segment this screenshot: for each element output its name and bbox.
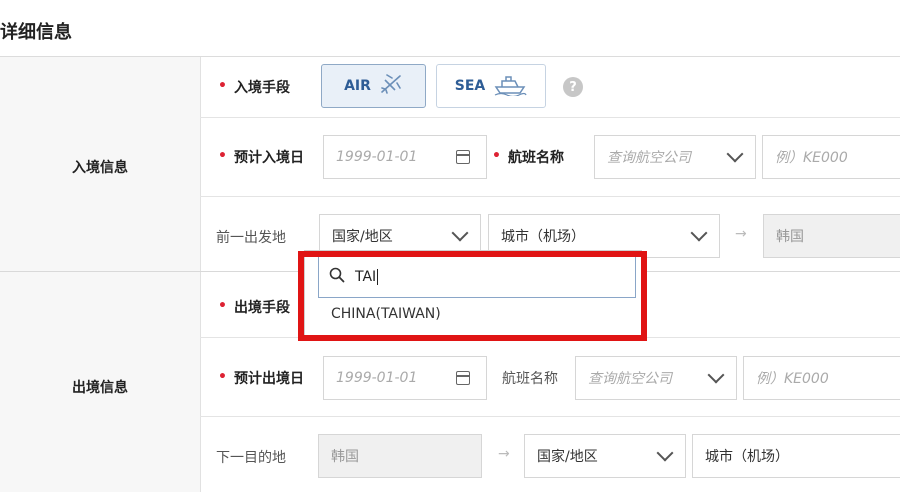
required-mark: •	[218, 78, 227, 94]
exit-origin-field: 韩国	[318, 434, 482, 478]
required-mark: •	[492, 148, 501, 164]
sea-mode-button[interactable]: SEA	[436, 64, 546, 108]
required-mark: •	[218, 148, 227, 164]
exit-city-select-value: 城市（机场）	[705, 449, 789, 465]
entry-city-select-value: 城市（机场）	[501, 229, 585, 245]
calendar-icon[interactable]	[456, 150, 470, 164]
chevron-down-icon	[451, 224, 469, 242]
chevron-down-icon	[656, 444, 674, 462]
entry-flight-placeholder: 例）KE000	[775, 150, 848, 166]
exit-country-select[interactable]: 国家/地区	[524, 434, 686, 478]
exit-date-input[interactable]: 1999-01-01	[323, 356, 487, 400]
arrow-right-icon: →	[735, 226, 747, 242]
chevron-down-icon	[726, 145, 744, 163]
entry-airline-select[interactable]: 查询航空公司	[594, 135, 756, 179]
exit-section-label: 出境信息	[72, 380, 128, 396]
entry-airline-placeholder: 查询航空公司	[607, 150, 691, 166]
required-mark: •	[218, 298, 227, 314]
calendar-icon[interactable]	[456, 371, 470, 385]
exit-date-label: 预计出境日	[234, 371, 304, 387]
row-divider	[200, 416, 900, 417]
exit-flight-placeholder: 例）KE000	[756, 371, 829, 387]
air-mode-label: AIR	[344, 78, 371, 94]
page-title: 详细信息	[0, 22, 72, 43]
entry-flight-number-input[interactable]: 例）KE000	[762, 135, 900, 179]
sea-mode-label: SEA	[454, 78, 486, 94]
entry-transport-label: 入境手段	[234, 80, 290, 96]
entry-date-placeholder: 1999-01-01	[336, 149, 418, 165]
exit-transport-label: 出境手段	[234, 300, 290, 316]
chevron-down-icon	[707, 366, 725, 384]
airplane-icon	[379, 72, 403, 100]
row-divider	[200, 196, 900, 197]
ship-icon	[493, 72, 527, 100]
required-mark: •	[218, 369, 227, 385]
highlight-annotation-box	[298, 251, 647, 341]
entry-country-select-value: 国家/地区	[332, 229, 393, 245]
exit-next-label: 下一目的地	[216, 450, 286, 466]
exit-airline-placeholder: 查询航空公司	[588, 371, 672, 387]
exit-flight-number-input[interactable]: 例）KE000	[743, 356, 900, 400]
air-mode-button[interactable]: AIR	[321, 64, 426, 108]
entry-origin-label: 前一出发地	[216, 230, 286, 246]
exit-city-select[interactable]: 城市（机场）	[692, 434, 900, 478]
exit-airline-select[interactable]: 查询航空公司	[575, 356, 737, 400]
arrow-right-icon: →	[498, 446, 510, 462]
entry-destination-field: 韩国	[763, 214, 900, 258]
chevron-down-icon	[690, 224, 708, 242]
exit-date-placeholder: 1999-01-01	[336, 370, 418, 386]
exit-country-select-value: 国家/地区	[537, 449, 598, 465]
row-divider	[200, 117, 900, 118]
help-icon[interactable]: ?	[563, 77, 583, 97]
exit-origin-value: 韩国	[331, 449, 359, 465]
entry-destination-value: 韩国	[776, 229, 804, 245]
entry-date-input[interactable]: 1999-01-01	[323, 135, 487, 179]
exit-flight-label: 航班名称	[502, 371, 558, 387]
entry-date-label: 预计入境日	[234, 150, 304, 166]
entry-flight-label: 航班名称	[508, 150, 564, 166]
entry-section-label: 入境信息	[72, 160, 128, 176]
